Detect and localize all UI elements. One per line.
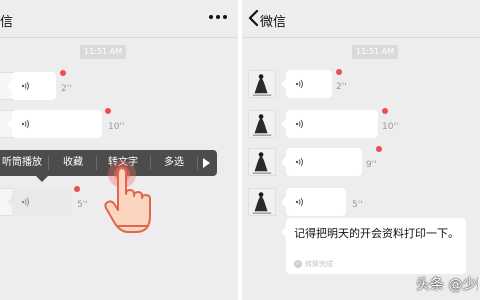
voice-message[interactable] xyxy=(281,110,378,138)
right-nav-title[interactable]: 微信 xyxy=(260,11,286,30)
avatar[interactable] xyxy=(248,110,276,138)
voice-icon xyxy=(295,79,303,89)
voice-duration: 9'' xyxy=(366,160,377,170)
unread-dot xyxy=(60,70,66,76)
voice-message[interactable] xyxy=(7,110,102,138)
play-icon[interactable] xyxy=(203,158,210,168)
more-icon[interactable] xyxy=(208,12,228,22)
voice-icon xyxy=(21,81,29,91)
watermark: 头条 @少数派 xyxy=(416,277,478,293)
unread-dot xyxy=(336,69,342,75)
voice-duration: 2'' xyxy=(61,84,72,94)
unread-dot xyxy=(74,186,80,192)
menu-divider xyxy=(96,156,97,170)
voice-icon xyxy=(21,197,29,207)
menu-divider xyxy=(48,156,49,170)
conversion-status: ✓ 转换完成 xyxy=(294,259,333,269)
voice-icon xyxy=(295,157,303,167)
avatar[interactable] xyxy=(248,148,276,176)
back-icon[interactable] xyxy=(247,9,260,27)
menu-item-favorite[interactable]: 收藏 xyxy=(52,150,94,176)
voice-icon xyxy=(295,197,303,207)
menu-item-multi-select[interactable]: 多选 xyxy=(152,150,196,176)
transcript-bubble[interactable]: 记得把明天的开会资料打印一下。 ✓ 转换完成 xyxy=(281,218,466,274)
transcript-text: 记得把明天的开会资料打印一下。 xyxy=(294,227,459,240)
voice-duration: 10'' xyxy=(108,122,125,132)
unread-dot xyxy=(105,108,111,114)
left-nav-bar: 信 xyxy=(0,0,238,38)
menu-divider xyxy=(197,156,198,170)
conversion-status-label: 转换完成 xyxy=(305,260,333,268)
unread-dot xyxy=(376,146,382,152)
menu-item-earpiece[interactable]: 听筒播放 xyxy=(0,150,44,176)
timestamp: 11:51 AM xyxy=(352,45,398,59)
voice-message[interactable] xyxy=(281,188,346,216)
left-nav-title: 信 xyxy=(0,15,14,30)
voice-message[interactable] xyxy=(7,72,56,100)
voice-message[interactable] xyxy=(281,148,362,176)
menu-item-convert-to-text[interactable]: 转文字 xyxy=(98,150,148,176)
voice-duration: 5'' xyxy=(77,200,88,210)
context-menu: 听筒播放 收藏 转文字 多选 xyxy=(0,150,217,176)
right-nav-bar: 微信 xyxy=(242,0,480,38)
voice-duration: 2'' xyxy=(336,82,347,92)
menu-divider xyxy=(150,156,151,170)
voice-duration: 10'' xyxy=(382,122,399,132)
voice-icon xyxy=(295,119,303,129)
left-chat-screen: 信 11:51 AM 2'' 10'' 5'' 听筒播放 收藏 转文字 多选 xyxy=(0,0,238,300)
voice-icon xyxy=(21,119,29,129)
voice-message-selected[interactable] xyxy=(7,188,72,216)
avatar[interactable] xyxy=(248,188,276,216)
menu-pointer xyxy=(36,176,48,182)
unread-dot xyxy=(382,108,388,114)
check-icon: ✓ xyxy=(294,260,302,268)
timestamp: 11:51 AM xyxy=(80,45,126,59)
avatar[interactable] xyxy=(248,70,276,98)
voice-duration: 5'' xyxy=(352,200,363,210)
voice-message[interactable] xyxy=(281,70,332,98)
